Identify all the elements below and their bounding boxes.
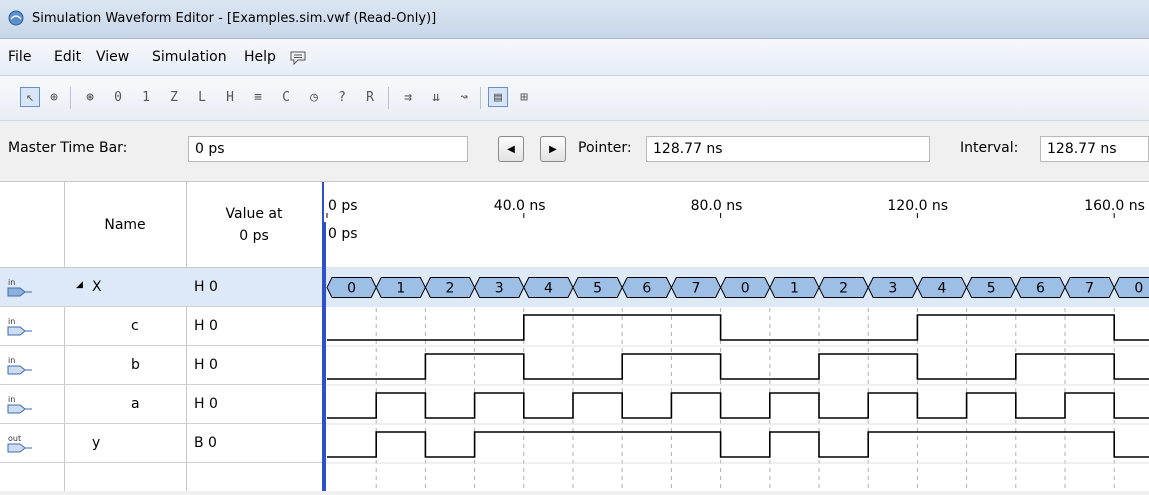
zoom-icon[interactable]: ⊕ bbox=[44, 87, 64, 107]
table-row[interactable]: in b H 0 bbox=[0, 346, 322, 385]
time-tick-label: 40.0 ns bbox=[494, 198, 546, 214]
invert-icon[interactable]: ≡ bbox=[248, 87, 268, 107]
node-finder-icon[interactable]: ⊞ bbox=[514, 87, 534, 107]
svg-text:out: out bbox=[8, 434, 21, 443]
bus-value-label: 5 bbox=[987, 281, 996, 297]
svg-text:in: in bbox=[8, 395, 15, 404]
master-time-bar-label: Master Time Bar: bbox=[8, 140, 128, 156]
weak-low-icon[interactable]: L bbox=[192, 87, 212, 107]
menu-help[interactable]: Help bbox=[244, 49, 276, 65]
node-name: b bbox=[131, 357, 140, 373]
table-row[interactable]: out y B 0 bbox=[0, 424, 322, 463]
force-low-icon[interactable]: 0 bbox=[108, 87, 128, 107]
comment-icon[interactable] bbox=[290, 51, 306, 65]
simulation-settings-icon[interactable]: ▤ bbox=[488, 87, 508, 107]
arbitrary-value-icon[interactable]: R bbox=[360, 87, 380, 107]
node-name: c bbox=[131, 318, 139, 334]
signal-trace-a bbox=[327, 392, 1149, 419]
output-pin-icon: out bbox=[7, 434, 32, 453]
waveform-canvas[interactable]: 0 ps 40.0 ns 80.0 ns 120.0 ns 160.0 ns 0 ps 0 1… bbox=[324, 182, 1149, 491]
svg-text:in: in bbox=[8, 317, 15, 326]
bus-value-label: 6 bbox=[642, 281, 651, 297]
interval-field: 128.77 ns bbox=[1040, 136, 1149, 162]
uninitialized-icon[interactable]: ⊛ bbox=[80, 87, 100, 107]
input-pin-icon: in bbox=[7, 317, 32, 336]
previous-transition-button[interactable]: ◀ bbox=[498, 136, 524, 162]
toolbar: ↖ ⊕ ⊛ 0 1 Z L H ≡ C ◷ ? R ⇉ ⇊ ↝ ▤ ⊞ bbox=[0, 76, 1149, 121]
node-value: H 0 bbox=[194, 357, 218, 373]
time-tick-label: 0 ps bbox=[328, 198, 358, 214]
bus-value-label: 6 bbox=[1036, 281, 1045, 297]
bus-value-label: 3 bbox=[888, 281, 897, 297]
select-pointer-icon[interactable]: ↖ bbox=[20, 87, 40, 107]
time-tick-label: 80.0 ns bbox=[691, 198, 743, 214]
pointer-label: Pointer: bbox=[578, 140, 632, 156]
force-high-icon[interactable]: 1 bbox=[136, 87, 156, 107]
node-name: X bbox=[92, 279, 102, 295]
signal-trace-y bbox=[327, 431, 1149, 458]
bus-value-label: 2 bbox=[839, 281, 848, 297]
value-column-header-line2: 0 ps bbox=[239, 228, 269, 244]
bus-value-label: 1 bbox=[790, 281, 799, 297]
table-row[interactable]: in a H 0 bbox=[0, 385, 322, 424]
signal-trace-c bbox=[327, 314, 1149, 341]
menu-bar: File Edit View Simulation Help bbox=[0, 39, 1149, 76]
bus-value-label: 0 bbox=[347, 281, 356, 297]
master-time-bar-field[interactable]: 0 ps bbox=[188, 136, 468, 162]
svg-text:in: in bbox=[8, 356, 15, 365]
node-name: a bbox=[131, 396, 140, 412]
pointer-field: 128.77 ns bbox=[646, 136, 930, 162]
high-impedance-icon[interactable]: Z bbox=[164, 87, 184, 107]
snap-to-grid-icon[interactable]: ⇉ bbox=[398, 87, 418, 107]
grid-setting-icon[interactable]: ↝ bbox=[454, 87, 474, 107]
node-value: H 0 bbox=[194, 279, 218, 295]
overwrite-clock-icon[interactable]: ◷ bbox=[304, 87, 324, 107]
next-transition-button[interactable]: ▶ bbox=[540, 136, 566, 162]
table-row[interactable]: in ◢ X H 0 bbox=[0, 268, 322, 307]
bus-value-label: 7 bbox=[1085, 281, 1094, 297]
menu-edit[interactable]: Edit bbox=[54, 49, 81, 65]
bus-value-label: 0 bbox=[1134, 281, 1143, 297]
cursor-time-label: 0 ps bbox=[328, 226, 358, 242]
weak-high-icon[interactable]: H bbox=[220, 87, 240, 107]
input-bus-icon: in bbox=[7, 278, 32, 297]
menu-simulation[interactable]: Simulation bbox=[152, 49, 227, 65]
expand-toggle-icon[interactable]: ◢ bbox=[76, 280, 83, 290]
svg-text:in: in bbox=[8, 278, 15, 287]
bus-value-label: 2 bbox=[446, 281, 455, 297]
bus-value-label: 4 bbox=[938, 281, 947, 297]
app-icon bbox=[8, 10, 24, 26]
signal-trace-b bbox=[327, 353, 1149, 380]
node-table: Name Value at 0 ps in ◢ X H 0 in c H 0 i… bbox=[0, 182, 322, 491]
name-column-header[interactable]: Name bbox=[64, 217, 186, 233]
node-value: H 0 bbox=[194, 318, 218, 334]
value-column-header-line1[interactable]: Value at bbox=[186, 206, 322, 222]
interval-label: Interval: bbox=[960, 140, 1019, 156]
menu-file[interactable]: File bbox=[8, 49, 31, 65]
snap-transition-icon[interactable]: ⇊ bbox=[426, 87, 446, 107]
bus-value-label: 1 bbox=[396, 281, 405, 297]
node-value: H 0 bbox=[194, 396, 218, 412]
title-bar: Simulation Waveform Editor - [Examples.s… bbox=[0, 0, 1149, 39]
bus-value-label: 5 bbox=[593, 281, 602, 297]
window-title: Simulation Waveform Editor - [Examples.s… bbox=[32, 11, 437, 26]
bus-segment bbox=[1113, 277, 1149, 298]
bus-value-label: 0 bbox=[741, 281, 750, 297]
bus-value-label: 3 bbox=[495, 281, 504, 297]
bus-value-label: 7 bbox=[692, 281, 701, 297]
input-pin-icon: in bbox=[7, 395, 32, 414]
node-value: B 0 bbox=[194, 435, 217, 451]
random-values-icon[interactable]: ? bbox=[332, 87, 352, 107]
table-header: Name Value at 0 ps bbox=[0, 182, 322, 268]
node-name: y bbox=[92, 435, 101, 451]
input-pin-icon: in bbox=[7, 356, 32, 375]
bus-value-label: 4 bbox=[544, 281, 553, 297]
time-bar: Master Time Bar: 0 ps ◀ ▶ Pointer: 128.7… bbox=[0, 121, 1149, 182]
menu-view[interactable]: View bbox=[96, 49, 129, 65]
count-value-icon[interactable]: C bbox=[276, 87, 296, 107]
time-tick-label: 160.0 ns bbox=[1084, 198, 1145, 214]
waveform-panel[interactable]: 0 ps 40.0 ns 80.0 ns 120.0 ns 160.0 ns 0 ps 0 1… bbox=[322, 182, 1149, 491]
time-tick-label: 120.0 ns bbox=[887, 198, 948, 214]
table-row[interactable]: in c H 0 bbox=[0, 307, 322, 346]
